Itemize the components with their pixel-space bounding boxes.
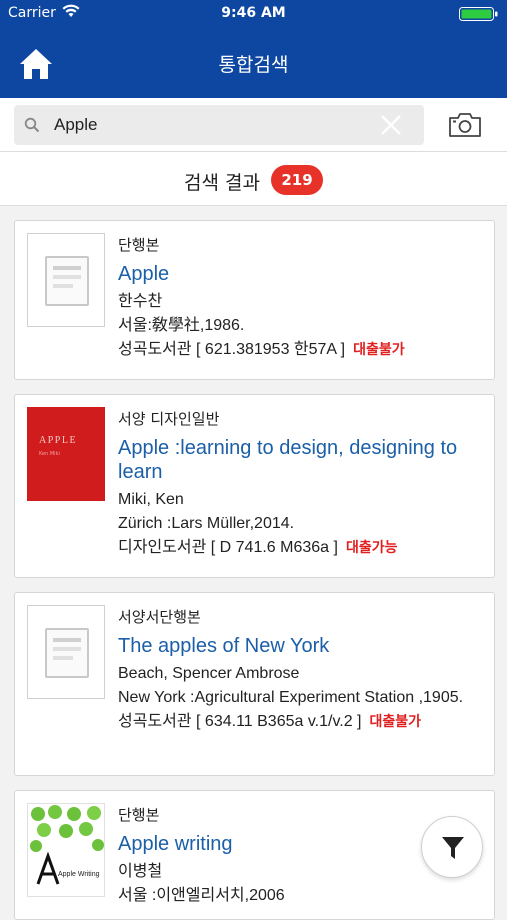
cover-title: Apple Writing [58, 871, 100, 878]
item-title-link[interactable]: Apple :learning to design, designing to … [118, 436, 483, 484]
item-author: Miki, Ken [118, 491, 184, 508]
cover-author: Ken Miki [39, 451, 60, 457]
item-type: 단행본 [118, 806, 160, 824]
item-location-row: 성곡도서관 [ 634.11 B365a v.1/v.2 ] 대출불가 [118, 710, 483, 734]
availability-status: 대출가능 [345, 540, 398, 556]
availability-status: 대출불가 [353, 342, 405, 358]
item-publisher: Zürich :Lars Müller,2014. [118, 515, 295, 532]
result-card[interactable]: 단행본 Apple 한수찬 서울:敎學社,1986. 성곡도서관 [ 621.3… [14, 220, 495, 380]
status-time: 9:46 AM [221, 5, 286, 21]
clear-icon[interactable] [380, 114, 402, 136]
book-cover: Apple Writing [27, 803, 105, 897]
cover-title: APPLE [39, 435, 78, 446]
search-icon [24, 117, 40, 133]
no-cover-placeholder [27, 233, 105, 327]
search-input[interactable] [54, 113, 374, 137]
item-location-row: 디자인도서관 [ D 741.6 M636a ] 대출가능 [118, 536, 483, 560]
apple-writing-cover-art: Apple Writing [30, 805, 104, 885]
result-card[interactable]: APPLE Ken Miki 서양 디자인일반 Apple :learning … [14, 394, 495, 578]
availability-status: 대출불가 [369, 714, 422, 730]
filter-icon [442, 837, 464, 859]
status-bar: Carrier 9:46 AM [0, 0, 507, 28]
page-title: 통합검색 [218, 54, 289, 76]
result-summary: 검색 결과 219 [0, 152, 507, 206]
result-count-badge: 219 [271, 165, 324, 195]
item-location-row: 성곡도서관 [ 621.381953 한57A ] 대출불가 [118, 338, 483, 362]
item-type: 서양서단행본 [118, 608, 201, 626]
item-type: 서양 디자인일반 [118, 410, 220, 428]
result-label: 검색 결과 [183, 171, 260, 194]
no-cover-placeholder [27, 605, 105, 699]
filter-button[interactable] [421, 816, 483, 878]
document-icon [45, 628, 89, 678]
item-location: 성곡도서관 [ 634.11 B365a v.1/v.2 ] [118, 713, 362, 730]
app-header: 통합검색 [0, 28, 507, 98]
battery-icon [459, 7, 498, 21]
item-location: 성곡도서관 [ 621.381953 한57A ] [118, 341, 346, 358]
search-box [14, 105, 424, 145]
item-type: 단행본 [118, 236, 160, 254]
item-author: Beach, Spencer Ambrose [118, 665, 300, 682]
item-author: 한수찬 [118, 293, 163, 310]
item-publisher: New York :Agricultural Experiment Statio… [118, 689, 464, 706]
result-card[interactable]: 서양서단행본 The apples of New York Beach, Spe… [14, 592, 495, 776]
item-title-link[interactable]: The apples of New York [118, 634, 483, 658]
item-location: 디자인도서관 [ D 741.6 M636a ] [118, 539, 338, 556]
search-area [0, 98, 507, 152]
result-list[interactable]: 단행본 Apple 한수찬 서울:敎學社,1986. 성곡도서관 [ 621.3… [0, 206, 507, 920]
item-publisher: 서울 :이앤엘리서치,2006 [118, 887, 285, 904]
item-publisher: 서울:敎學社,1986. [118, 317, 245, 334]
document-icon [45, 256, 89, 306]
book-cover: APPLE Ken Miki [27, 407, 105, 501]
item-title-link[interactable]: Apple [118, 262, 483, 286]
camera-icon[interactable] [448, 112, 482, 138]
